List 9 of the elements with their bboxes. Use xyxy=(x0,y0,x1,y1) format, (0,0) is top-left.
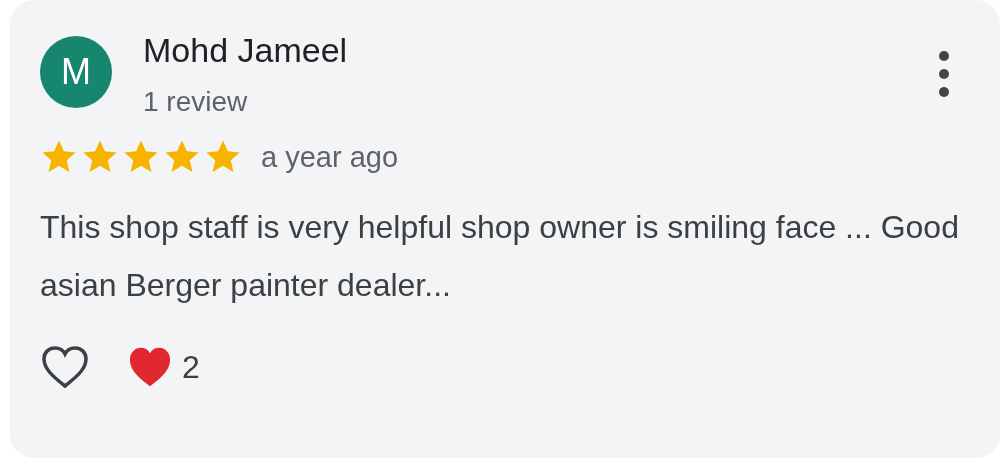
heart-icon xyxy=(128,346,172,388)
more-options-icon[interactable] xyxy=(938,50,950,98)
review-count: 1 review xyxy=(143,85,249,119)
review-text: This shop staff is very helpful shop owner is smiling face ... Good asian Berger painter dealer... xyxy=(40,208,960,305)
author-name: Mohd Jameel xyxy=(143,30,349,70)
avatar: M xyxy=(40,36,112,108)
review-time: a year ago xyxy=(261,140,399,174)
reaction-count: 2 xyxy=(182,348,200,386)
heart-icon[interactable] xyxy=(40,344,90,390)
